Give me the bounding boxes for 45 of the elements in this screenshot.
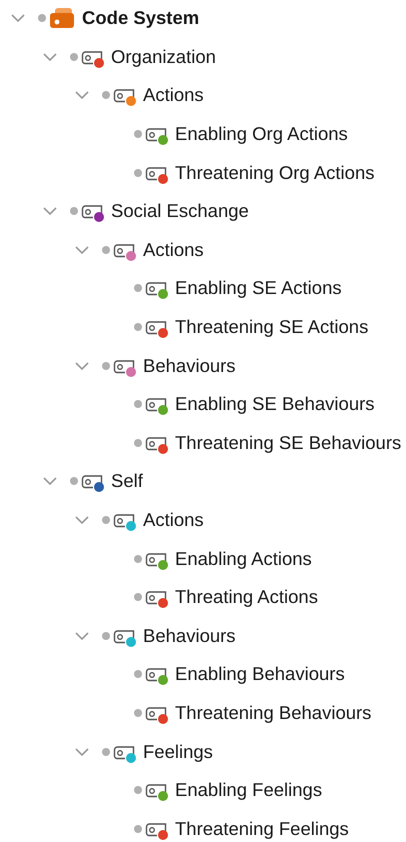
- status-dot: [134, 708, 142, 717]
- tree-item-label[interactable]: Organization: [111, 46, 216, 68]
- tree-item-label[interactable]: Enabling Behaviours: [175, 663, 345, 686]
- status-dot: [102, 91, 110, 100]
- tree-item-label[interactable]: Enabling Feelings: [175, 779, 322, 802]
- tree-item-label[interactable]: Code System: [82, 7, 200, 30]
- tree-item-label[interactable]: Threatening Org Actions: [175, 162, 374, 184]
- status-dot: [134, 400, 142, 408]
- code-system-icon: [49, 7, 75, 30]
- status-dot: [102, 362, 110, 370]
- status-dot: [134, 670, 142, 678]
- tree-item-label[interactable]: Actions: [143, 238, 204, 261]
- status-dot: [134, 168, 142, 177]
- tree-item-label[interactable]: Threatening SE Actions: [175, 316, 368, 338]
- status-dot: [134, 824, 142, 833]
- tree-item-label[interactable]: Feelings: [143, 740, 213, 763]
- tree-item-label[interactable]: Actions: [143, 509, 204, 532]
- status-dot: [134, 323, 142, 332]
- tree-item-label[interactable]: Threatening SE Behaviours: [175, 432, 402, 454]
- tree-item-label[interactable]: Enabling SE Behaviours: [175, 393, 375, 416]
- tree-item-label[interactable]: Social Eschange: [111, 200, 249, 222]
- tree-item-label[interactable]: Threatening Behaviours: [175, 702, 372, 724]
- tree-item-label[interactable]: Enabling Actions: [175, 548, 312, 570]
- status-dot: [102, 246, 110, 254]
- status-dot: [102, 516, 110, 524]
- status-dot: [134, 786, 142, 794]
- tree-item-label[interactable]: Threating Actions: [175, 586, 318, 608]
- status-dot: [70, 207, 78, 216]
- status-dot: [70, 52, 78, 61]
- status-dot: [134, 554, 142, 563]
- tree-item-label[interactable]: Behaviours: [143, 624, 236, 647]
- status-dot: [134, 593, 142, 602]
- status-dot: [102, 632, 110, 640]
- tree-item-label[interactable]: Self: [111, 470, 143, 492]
- status-dot: [134, 130, 142, 138]
- tree-item-label[interactable]: Threatening Feelings: [175, 818, 349, 840]
- tree-item-label[interactable]: Actions: [143, 84, 204, 106]
- status-dot: [134, 284, 142, 292]
- tree-item-label[interactable]: Behaviours: [143, 354, 236, 377]
- status-dot: [38, 14, 46, 22]
- status-dot: [134, 438, 142, 447]
- tree-item-label[interactable]: Enabling SE Actions: [175, 277, 342, 300]
- tree-item-label[interactable]: Enabling Org Actions: [175, 123, 348, 146]
- status-dot: [102, 748, 110, 756]
- status-dot: [70, 477, 78, 486]
